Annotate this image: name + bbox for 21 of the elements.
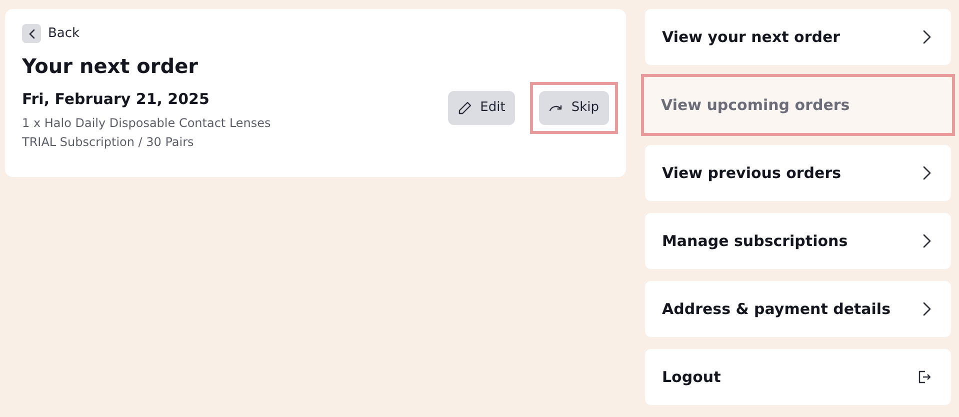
- menu-item[interactable]: Logout: [645, 349, 951, 405]
- chevron-right-icon: [923, 30, 931, 44]
- menu-item[interactable]: Address & payment details: [645, 281, 951, 337]
- pencil-icon: [458, 100, 472, 114]
- order-detail: TRIAL Subscription / 30 Pairs: [22, 134, 195, 151]
- menu-item[interactable]: View previous orders: [645, 145, 951, 201]
- menu-item[interactable]: View your next order: [645, 9, 951, 65]
- chevron-right-icon: [923, 302, 931, 316]
- back-link[interactable]: Back: [22, 24, 80, 44]
- menu-item[interactable]: View upcoming orders: [644, 77, 952, 133]
- edit-button[interactable]: Edit: [448, 90, 516, 124]
- chevron-right-icon: [923, 166, 931, 180]
- chevron-right-icon: [923, 234, 931, 248]
- order-detail: 1 x Halo Daily Disposable Contact Lenses: [22, 115, 271, 132]
- skip-button[interactable]: Skip: [539, 90, 609, 124]
- curved-arrow-icon: [549, 104, 564, 112]
- order-date: Fri, February 21, 2025: [22, 88, 210, 110]
- logout-icon: [917, 370, 931, 384]
- chevron-left-icon: [22, 24, 41, 44]
- menu-item[interactable]: Manage subscriptions: [645, 213, 951, 269]
- order-title: Your next order: [22, 54, 200, 78]
